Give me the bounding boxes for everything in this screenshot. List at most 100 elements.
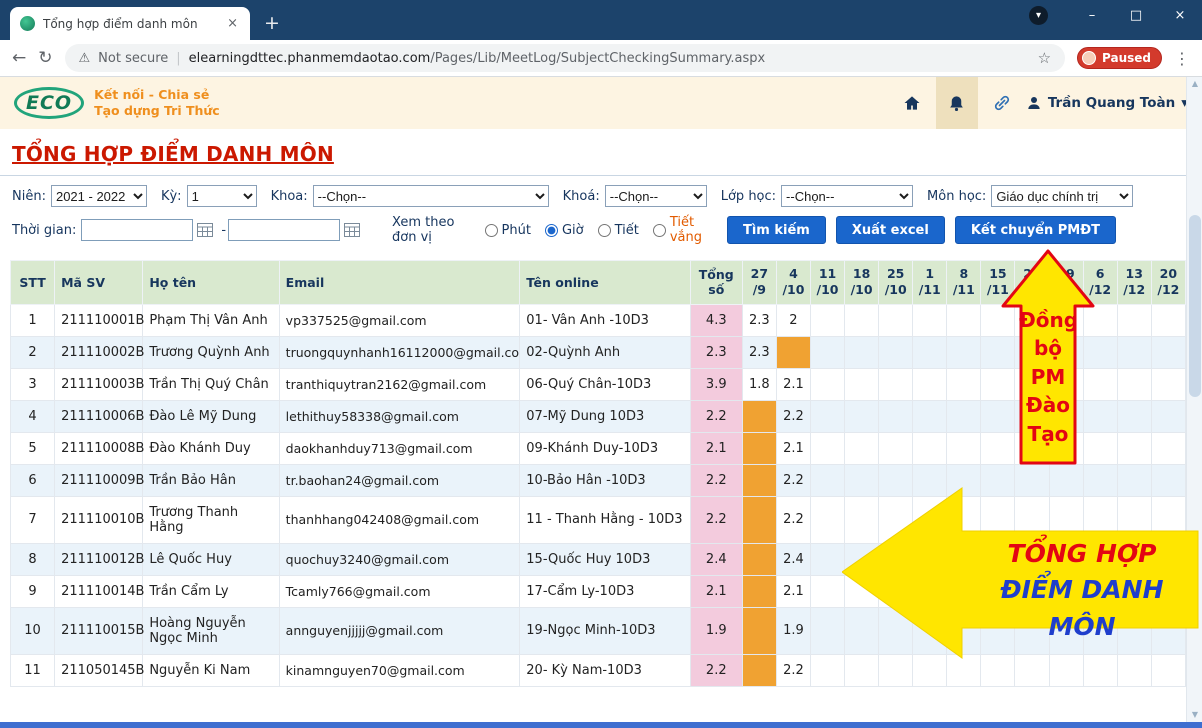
bell-icon [947,94,966,113]
cell-stt: 10 [11,607,55,654]
time-from-input[interactable] [81,219,193,241]
annotation-headline-line-1: TỔNG HỢP [968,536,1196,572]
extension-paused-badge[interactable]: Paused [1077,47,1162,69]
cell-ten-online: 07-Mỹ Dung 10D3 [520,400,690,432]
security-label[interactable]: Not secure [98,51,168,66]
search-button[interactable]: Tìm kiếm [727,216,826,244]
close-icon[interactable]: × [1158,8,1202,23]
cell-ten-online: 01- Vân Anh -10D3 [520,304,690,336]
unit-radio-minute-input[interactable] [485,224,498,237]
cell-stt: 6 [11,464,55,496]
home-icon[interactable] [902,93,922,113]
calendar-icon[interactable] [197,223,213,237]
cell-email: tranthiquytran2162@gmail.com [279,368,520,400]
annotation-text-line: bộ [1019,334,1077,362]
transfer-pmdt-button[interactable]: Kết chuyển PMĐT [955,216,1116,244]
extension-paused-label: Paused [1102,51,1151,65]
browser-addressbar: ← ↻ ⚠ Not secure | elearningdttec.phanme… [0,40,1202,77]
annotation-text-line: PM [1019,363,1077,391]
unit-radio-absent-period-input[interactable] [653,224,666,237]
cell-absent [742,654,776,686]
cell-attendance [1151,304,1185,336]
url-path: /Pages/Lib/MeetLog/SubjectCheckingSummar… [430,51,765,66]
cell-attendance [947,432,981,464]
cell-attendance [1151,336,1185,368]
term-select[interactable]: 1 [187,185,257,207]
app-header: ECO Kết nối - Chia sẻ Tạo dựng Tri Thức … [0,77,1202,129]
cell-attendance [810,400,844,432]
faculty-select[interactable]: --Chọn-- [313,185,549,207]
year-select[interactable]: 2021 - 2022 [51,185,147,207]
cell-attendance [810,304,844,336]
cell-stt: 11 [11,654,55,686]
cohort-label: Khoá: [563,189,600,204]
scroll-down-icon[interactable]: ▼ [1187,708,1202,722]
annotation-sync-arrow: Đồng bộ PM Đào Tạo [1001,248,1095,466]
unit-label: Xem theo đơn vị [392,215,475,245]
column-header-ho-ten: Họ tên [143,261,279,305]
annotation-headline-arrow: TỔNG HỢP ĐIỂM DANH MÔN [842,476,1200,660]
cell-ho-ten: Hoàng Nguyễn Ngọc Minh [143,607,279,654]
unit-radio-period-input[interactable] [598,224,611,237]
unit-radio-period[interactable]: Tiết [598,223,639,238]
cell-tong-so: 3.9 [690,368,742,400]
cell-ma-sv: 211110012B [55,543,143,575]
eco-logo[interactable]: ECO [14,87,84,119]
maximize-icon[interactable]: □ [1114,8,1158,23]
cell-ten-online: 15-Quốc Huy 10D3 [520,543,690,575]
cell-ho-ten: Nguyễn Ki Nam [143,654,279,686]
cell-attendance: 1.9 [776,607,810,654]
cell-tong-so: 2.2 [690,400,742,432]
unit-radio-absent-period[interactable]: Tiết vắng [653,215,713,245]
cell-attendance [810,575,844,607]
subject-select[interactable]: Giáo dục chính trị [991,185,1133,207]
subject-label: Môn học: [927,189,986,204]
class-select[interactable]: --Chọn-- [781,185,913,207]
minimize-icon[interactable]: – [1070,8,1114,23]
bookmark-star-icon[interactable]: ☆ [1038,49,1051,67]
cell-attendance [845,336,879,368]
scrollbar-thumb[interactable] [1189,215,1201,397]
media-controls-icon[interactable]: ▾ [1029,6,1048,25]
cell-ho-ten: Đào Khánh Duy [143,432,279,464]
scroll-up-icon[interactable]: ▲ [1187,77,1202,91]
cell-ho-ten: Trần Thị Quý Chân [143,368,279,400]
back-icon[interactable]: ← [12,50,26,67]
calendar-icon[interactable] [344,223,360,237]
page-title: TỔNG HỢP ĐIỂM DANH MÔN [12,142,334,166]
cell-attendance [810,336,844,368]
new-tab-icon[interactable]: + [264,14,280,33]
tab-close-icon[interactable]: × [225,16,240,31]
user-menu[interactable]: Trần Quang Toàn ▾ [1026,95,1188,111]
cell-ten-online: 10-Bảo Hân -10D3 [520,464,690,496]
time-to-input[interactable] [228,219,340,241]
cell-ten-online: 11 - Thanh Hằng - 10D3 [520,496,690,543]
cell-tong-so: 2.2 [690,464,742,496]
tab-title: Tổng hợp điểm danh môn [43,17,217,31]
cell-stt: 9 [11,575,55,607]
unit-radio-hour-input[interactable] [545,224,558,237]
cell-ho-ten: Đào Lê Mỹ Dung [143,400,279,432]
cell-attendance [879,336,913,368]
refresh-icon[interactable]: ↻ [38,50,52,67]
unit-radio-minute[interactable]: Phút [485,223,531,238]
link-icon[interactable] [992,93,1012,113]
unit-radio-hour[interactable]: Giờ [545,223,584,238]
column-header-date: 18/10 [845,261,879,305]
cell-attendance: 1.8 [742,368,776,400]
browser-tab[interactable]: Tổng hợp điểm danh môn × [10,7,250,40]
cell-ma-sv: 211110014B [55,575,143,607]
cell-stt: 2 [11,336,55,368]
notifications-button[interactable] [936,77,978,129]
browser-menu-icon[interactable]: ⋮ [1174,49,1190,68]
cell-absent [742,432,776,464]
url-omnibox[interactable]: ⚠ Not secure | elearningdttec.phanmemdao… [65,44,1066,72]
cell-attendance [1117,368,1151,400]
cell-attendance [1151,432,1185,464]
unit-radio-minute-label: Phút [502,223,531,238]
window-bottom-border [0,722,1202,728]
cell-attendance [1117,400,1151,432]
export-excel-button[interactable]: Xuất excel [836,216,945,244]
column-header-email: Email [279,261,520,305]
cohort-select[interactable]: --Chọn-- [605,185,707,207]
